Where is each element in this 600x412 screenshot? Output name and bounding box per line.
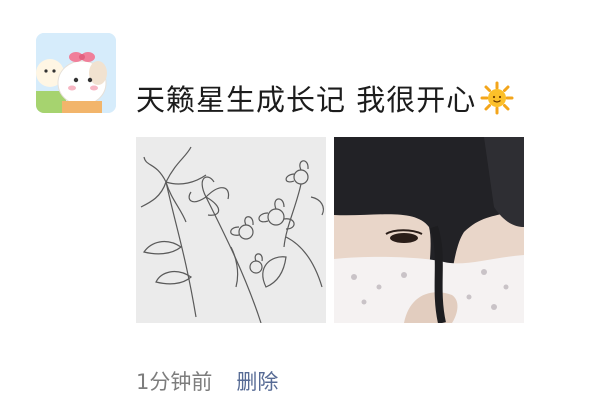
avatar[interactable] — [36, 33, 116, 113]
floral-line-drawing-photo[interactable] — [136, 137, 326, 323]
post-text-content: 天籁星生成长记 我很开心 — [136, 83, 477, 117]
delete-link[interactable]: 删除 — [236, 366, 278, 396]
post-timestamp: 1分钟前 — [136, 370, 213, 394]
sun-emoji-icon — [480, 81, 514, 115]
post-text: 天籁星生成长记 我很开心 — [136, 78, 514, 118]
post-footer: 1分钟前 删除 — [136, 366, 278, 396]
selfie-with-mask-photo[interactable] — [334, 137, 524, 323]
